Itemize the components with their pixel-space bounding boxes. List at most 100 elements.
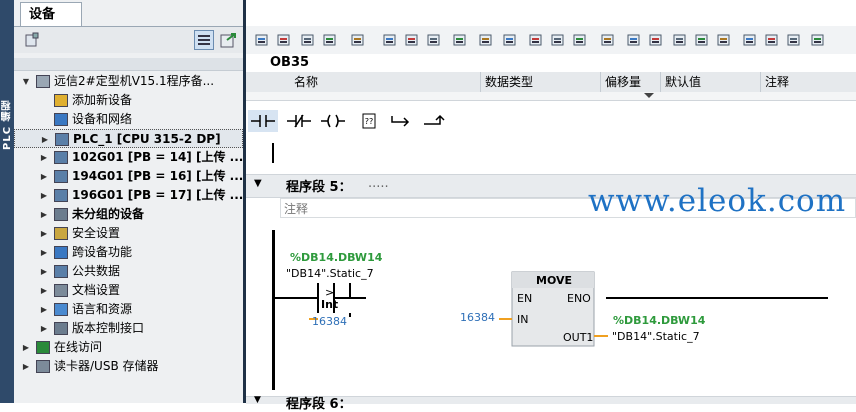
tree-item[interactable]: ▶ 读卡器/USB 存储器: [14, 357, 243, 376]
network-collapse-icon[interactable]: ▼: [254, 178, 262, 189]
compare-icon[interactable]: [742, 32, 758, 48]
insert-network-icon[interactable]: [254, 32, 270, 48]
compare-value[interactable]: 16384: [312, 315, 347, 328]
comments-icon[interactable]: [452, 32, 468, 48]
tree-item-label: 添加新设备: [72, 93, 133, 107]
prev-error-icon[interactable]: [528, 32, 544, 48]
compare-data-type[interactable]: Int: [321, 298, 338, 311]
cross-device-icon: [54, 246, 68, 259]
absolute-operands-icon[interactable]: [382, 32, 398, 48]
coil-icon[interactable]: [318, 110, 348, 132]
expand-arrow-icon[interactable]: ▶: [40, 319, 48, 338]
collapse-arrows-icon[interactable]: [644, 93, 658, 99]
set-icon[interactable]: [764, 32, 780, 48]
plc-icon: [54, 170, 68, 183]
watermark: www.eleok.com: [588, 183, 847, 219]
open-branch-icon[interactable]: [386, 110, 416, 132]
plc-programming-vertical-tab[interactable]: PLC 编程: [0, 80, 14, 170]
reset-value-icon[interactable]: [786, 32, 802, 48]
tree-item[interactable]: ▶ 194G01 [PB = 16] [上传 ...: [14, 167, 243, 186]
expand-arrow-icon[interactable]: ▶: [41, 130, 49, 149]
tree-item[interactable]: ▶ 文档设置: [14, 281, 243, 300]
column-comment[interactable]: 注释: [760, 72, 856, 92]
tree-item-label: 文档设置: [72, 283, 121, 297]
expand-arrow-icon[interactable]: ▶: [40, 167, 48, 186]
tree-item-label: 设备和网络: [72, 112, 133, 126]
reset-icon[interactable]: [350, 32, 366, 48]
languages-icon: [54, 303, 68, 316]
tree-item[interactable]: ▼ 远信2#定型机V15.1程序备...: [14, 72, 243, 91]
next-network-collapse-icon[interactable]: ▼: [254, 395, 261, 405]
tree-item[interactable]: ▶ 102G01 [PB = 14] [上传 ...: [14, 148, 243, 167]
devices-tab[interactable]: 设备: [20, 2, 82, 26]
close-branch-icon[interactable]: [418, 110, 448, 132]
collapse-arrow-icon[interactable]: ▼: [22, 72, 30, 91]
tree-item[interactable]: ▶ 未分组的设备: [14, 205, 243, 224]
close-all-icon[interactable]: [600, 32, 616, 48]
security-icon: [54, 227, 68, 240]
normally-open-contact-icon[interactable]: [248, 110, 278, 132]
empty-box-icon[interactable]: ??: [354, 110, 384, 132]
move-out-symbol[interactable]: "DB14".Static_7: [612, 330, 700, 343]
monitor-on-icon[interactable]: [648, 32, 664, 48]
add-row-icon[interactable]: [322, 32, 338, 48]
network-title[interactable]: .....: [368, 176, 389, 191]
move-out-address[interactable]: %DB14.DBW14: [613, 314, 705, 327]
column-data-type[interactable]: 数据类型: [480, 72, 600, 92]
download-icon[interactable]: [716, 32, 732, 48]
normally-closed-contact-icon[interactable]: [284, 110, 314, 132]
expand-arrow-icon[interactable]: ▶: [40, 262, 48, 281]
expand-arrow-icon[interactable]: ▶: [40, 186, 48, 205]
favorites-icon[interactable]: [426, 32, 442, 48]
column-default-value[interactable]: 默认值: [660, 72, 760, 92]
online-access-icon: [36, 341, 50, 354]
plc-icon: [54, 189, 68, 202]
doc-settings-icon: [54, 284, 68, 297]
tree-item[interactable]: ▶ 跨设备功能: [14, 243, 243, 262]
plc-icon: [55, 133, 69, 146]
insert-row-icon[interactable]: [300, 32, 316, 48]
tree-item[interactable]: ▶ 安全设置: [14, 224, 243, 243]
expand-arrow-icon[interactable]: ▶: [40, 243, 48, 262]
expand-arrow-icon[interactable]: ▶: [22, 338, 30, 357]
common-data-icon: [54, 265, 68, 278]
tree-item[interactable]: ▶ 在线访问: [14, 338, 243, 357]
delete-network-icon[interactable]: [276, 32, 292, 48]
expand-arrow-icon[interactable]: ▶: [40, 224, 48, 243]
tree-export-icon[interactable]: [219, 31, 237, 49]
tree-item-label: 在线访问: [54, 340, 103, 354]
expand-arrow-icon[interactable]: ▶: [40, 281, 48, 300]
more-icon[interactable]: [810, 32, 826, 48]
tree-item[interactable]: ▶ 196G01 [PB = 17] [上传 ...: [14, 186, 243, 205]
snapshot-icon[interactable]: [694, 32, 710, 48]
monitor-off-icon[interactable]: [672, 32, 688, 48]
compare-operand-address[interactable]: %DB14.DBW14: [290, 251, 382, 264]
expand-arrow-icon[interactable]: ▶: [40, 148, 48, 167]
next-error-icon[interactable]: [550, 32, 566, 48]
tree-item[interactable]: ▶ 版本控制接口: [14, 319, 243, 338]
overview-view-icon[interactable]: [194, 30, 214, 50]
tree-item[interactable]: ▶ 公共数据: [14, 262, 243, 281]
tree-item-label: PLC_1 [CPU 315-2 DP]: [73, 132, 221, 146]
tree-item[interactable]: 设备和网络: [14, 110, 243, 129]
go-to-error-icon[interactable]: [502, 32, 518, 48]
move-in-value[interactable]: 16384: [460, 311, 495, 324]
tree-item-label: 公共数据: [72, 264, 121, 278]
expand-arrow-icon[interactable]: ▶: [40, 300, 48, 319]
tree-item[interactable]: 添加新设备: [14, 91, 243, 110]
tree-item[interactable]: ▶ 语言和资源: [14, 300, 243, 319]
column-name[interactable]: 名称: [264, 72, 494, 92]
network-comments-icon[interactable]: [478, 32, 494, 48]
open-all-icon[interactable]: [572, 32, 588, 48]
tree-item[interactable]: ▶ PLC_1 [CPU 315-2 DP]: [14, 129, 243, 148]
network-comment-placeholder: 注释: [284, 202, 309, 216]
symbolic-operands-icon[interactable]: [404, 32, 420, 48]
favorites-bar-icon[interactable]: [626, 32, 642, 48]
column-offset[interactable]: 偏移量: [600, 72, 662, 92]
move-title: MOVE: [536, 274, 573, 287]
compare-operand-symbol[interactable]: "DB14".Static_7: [286, 267, 374, 280]
interface-table-splitter[interactable]: [246, 92, 856, 101]
expand-arrow-icon[interactable]: ▶: [40, 205, 48, 224]
properties-icon[interactable]: [24, 32, 40, 48]
expand-arrow-icon[interactable]: ▶: [22, 357, 30, 376]
